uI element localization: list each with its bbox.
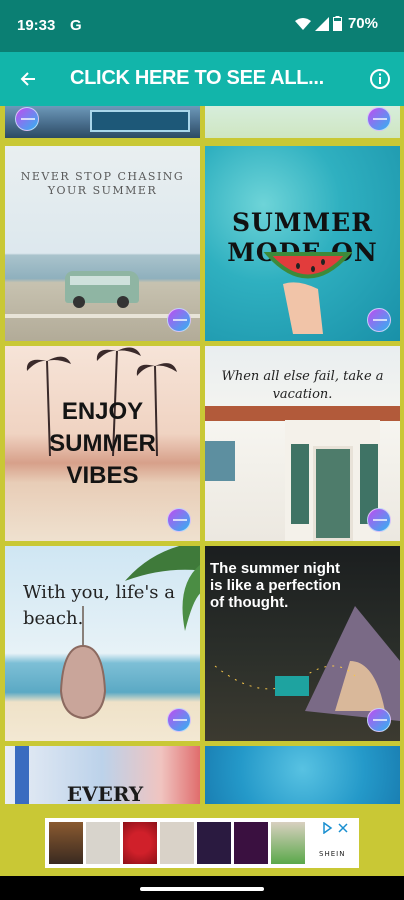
tile-caption-every: EVERY xyxy=(66,782,144,804)
back-button[interactable] xyxy=(14,65,42,93)
tile-caption-enjoy-summer: ENJOY SUMMER VIBES xyxy=(49,398,156,489)
google-icon: G xyxy=(70,17,82,34)
image-tile-partial-bottom-right[interactable] xyxy=(205,746,400,804)
ad-product-image xyxy=(271,822,305,864)
battery-percent: 70% xyxy=(347,15,378,32)
system-nav-bar xyxy=(0,876,404,900)
ad-product-image xyxy=(197,822,231,864)
app-bar: CLICK HERE TO SEE ALL... xyxy=(0,52,404,106)
van-image xyxy=(65,271,139,308)
tile-caption-never-stop: NEVER STOP CHASING YOUR SUMMER xyxy=(20,170,185,197)
image-tile-partial-top-right[interactable] xyxy=(205,106,400,138)
ad-product-image xyxy=(86,822,120,864)
arrow-back-icon xyxy=(20,72,35,86)
adchoices-icon[interactable] xyxy=(321,822,333,834)
ad-area: SHEIN xyxy=(0,804,404,876)
status-bar: 19:33 G 70% xyxy=(0,0,404,52)
tile-caption-vacation: When all else fail, take a vacation. xyxy=(221,369,384,402)
door-image xyxy=(313,446,353,541)
ad-banner[interactable]: SHEIN xyxy=(45,818,359,868)
tile-caption-beach: With you, life's a beach. xyxy=(23,582,175,629)
image-tile-summer-night[interactable]: The summer night is like a perfection of… xyxy=(205,546,400,741)
ad-brand[interactable]: SHEIN xyxy=(315,820,355,866)
image-tile-summer-mode[interactable]: SUMMER MODE ON xyxy=(205,146,400,341)
battery-icon xyxy=(332,16,342,31)
status-time: 19:33 xyxy=(17,17,56,34)
wifi-icon xyxy=(294,17,311,30)
ad-product-image xyxy=(123,822,157,864)
image-tile-partial-top-left[interactable] xyxy=(5,106,200,138)
ad-brand-label: SHEIN xyxy=(319,850,346,858)
image-tile-vacation[interactable]: When all else fail, take a vacation. xyxy=(205,346,400,541)
image-tile-never-stop[interactable]: NEVER STOP CHASING YOUR SUMMER xyxy=(5,146,200,341)
page-title[interactable]: CLICK HERE TO SEE ALL... xyxy=(70,67,340,90)
ad-product-image xyxy=(160,822,194,864)
status-icons: 70% xyxy=(294,15,378,32)
ad-product-image xyxy=(234,822,268,864)
image-grid: NEVER STOP CHASING YOUR SUMMER SUMMER MO… xyxy=(0,106,404,804)
string-lights-image xyxy=(214,665,356,696)
ad-product-image xyxy=(49,822,83,864)
watermelon-image xyxy=(263,252,353,334)
image-tile-enjoy-summer[interactable]: ENJOY SUMMER VIBES xyxy=(5,346,200,541)
image-tile-every[interactable]: EVERY xyxy=(5,746,200,804)
image-tile-beach[interactable]: With you, life's a beach. xyxy=(5,546,200,741)
info-icon[interactable] xyxy=(368,67,392,91)
home-handle[interactable] xyxy=(140,887,264,891)
signal-icon xyxy=(314,16,329,31)
close-icon[interactable] xyxy=(337,822,349,834)
tile-caption-summer-night: The summer night is like a perfection of… xyxy=(210,560,341,611)
